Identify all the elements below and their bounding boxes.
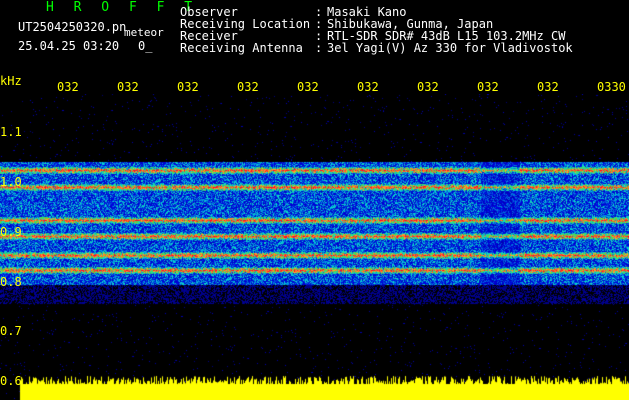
- frequency-tick-label: 0.8: [0, 275, 22, 289]
- antenna-value: 3el Yagi(V) Az 330 for Vladivostok: [327, 41, 573, 55]
- time-tick-label: 032: [297, 80, 319, 94]
- frequency-tick-label: 0.7: [0, 324, 22, 338]
- time-tick-label: 032: [477, 80, 499, 94]
- time-tick-label: 032: [537, 80, 559, 94]
- image-filename: UT2504250320.pn: [18, 20, 127, 34]
- time-tick-label: 032: [177, 80, 199, 94]
- time-tick-label: 032: [237, 80, 259, 94]
- info-separator: :: [315, 41, 323, 55]
- info-label-antenna: Receiving Antenna: [180, 41, 303, 55]
- frequency-unit-label: kHz: [0, 74, 22, 88]
- time-tick-label: 032: [357, 80, 379, 94]
- spectrogram-canvas: [0, 94, 629, 400]
- time-tick-label: 0330: [597, 80, 626, 94]
- hroft-spectrogram-window: H R O F F T UT2504250320.pn meteor 25.04…: [0, 0, 629, 400]
- frequency-tick-label: 0.6: [0, 374, 22, 388]
- meteor-label: meteor: [124, 26, 164, 39]
- observation-datetime: 25.04.25 03:20: [18, 39, 120, 53]
- time-tick-label: 032: [57, 80, 79, 94]
- frequency-tick-label: 1.1: [0, 125, 22, 139]
- station-title: H R O F F T: [46, 0, 199, 15]
- time-tick-label: 032: [417, 80, 439, 94]
- meteor-count: 0_: [138, 39, 153, 53]
- frequency-tick-label: 1.0: [0, 175, 22, 189]
- frequency-tick-label: 0.9: [0, 225, 22, 239]
- time-tick-label: 032: [117, 80, 139, 94]
